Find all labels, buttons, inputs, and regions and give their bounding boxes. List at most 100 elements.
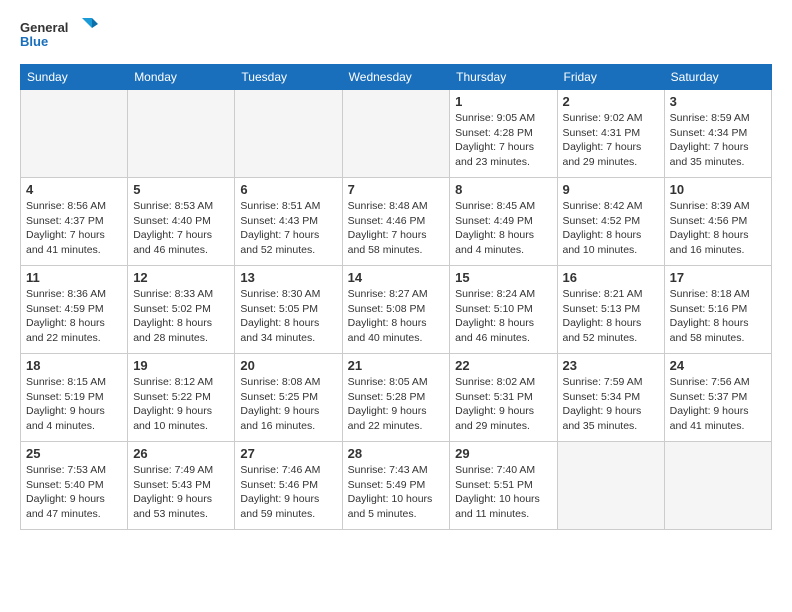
day-info: Sunrise: 8:33 AM Sunset: 5:02 PM Dayligh… [133,287,229,346]
calendar-cell: 28Sunrise: 7:43 AM Sunset: 5:49 PM Dayli… [342,442,450,530]
day-info: Sunrise: 8:51 AM Sunset: 4:43 PM Dayligh… [240,199,336,258]
calendar-cell: 22 Sunrise: 8:02 AM Sunset: 5:31 PM Dayli… [450,354,557,442]
calendar-cell: 24 Sunrise: 7:56 AM Sunset: 5:37 PM Dayli… [664,354,771,442]
day-number: 4 [26,182,122,197]
day-info: Sunrise: 8:30 AM Sunset: 5:05 PM Dayligh… [240,287,336,346]
calendar-cell: 13 Sunrise: 8:30 AM Sunset: 5:05 PM Dayli… [235,266,342,354]
svg-text:General: General [20,20,68,35]
day-number: 23 [563,358,659,373]
day-info: Sunrise: 7:53 AM Sunset: 5:40 PM Dayligh… [26,463,122,522]
day-info: Sunrise: 8:15 AM Sunset: 5:19 PM Dayligh… [26,375,122,434]
day-number: 13 [240,270,336,285]
calendar-cell [557,442,664,530]
day-number: 10 [670,182,766,197]
calendar-cell: 7 Sunrise: 8:48 AM Sunset: 4:46 PM Daylig… [342,178,450,266]
day-number: 27 [240,446,336,461]
day-info: Sunrise: 8:36 AM Sunset: 4:59 PM Dayligh… [26,287,122,346]
day-number: 22 [455,358,551,373]
calendar-cell: 8 Sunrise: 8:45 AM Sunset: 4:49 PM Daylig… [450,178,557,266]
calendar-cell [128,90,235,178]
calendar-cell: 19 Sunrise: 8:12 AM Sunset: 5:22 PM Dayli… [128,354,235,442]
calendar-cell: 3 Sunrise: 8:59 AM Sunset: 4:34 PM Daylig… [664,90,771,178]
day-number: 12 [133,270,229,285]
day-info: Sunrise: 7:49 AM Sunset: 5:43 PM Dayligh… [133,463,229,522]
day-info: Sunrise: 9:02 AM Sunset: 4:31 PM Dayligh… [563,111,659,170]
day-info: Sunrise: 8:05 AM Sunset: 5:28 PM Dayligh… [348,375,445,434]
day-info: Sunrise: 8:08 AM Sunset: 5:25 PM Dayligh… [240,375,336,434]
svg-text:Blue: Blue [20,34,48,49]
day-info: Sunrise: 8:59 AM Sunset: 4:34 PM Dayligh… [670,111,766,170]
calendar-cell: 26 Sunrise: 7:49 AM Sunset: 5:43 PM Dayli… [128,442,235,530]
day-info: Sunrise: 8:42 AM Sunset: 4:52 PM Dayligh… [563,199,659,258]
calendar-cell: 14 Sunrise: 8:27 AM Sunset: 5:08 PM Dayli… [342,266,450,354]
logo-graphic: General Blue [20,16,100,56]
day-number: 9 [563,182,659,197]
day-header-saturday: Saturday [664,65,771,90]
day-header-thursday: Thursday [450,65,557,90]
day-number: 14 [348,270,445,285]
calendar-cell [342,90,450,178]
day-number: 18 [26,358,122,373]
day-info: Sunrise: 8:53 AM Sunset: 4:40 PM Dayligh… [133,199,229,258]
day-number: 8 [455,182,551,197]
calendar-cell [235,90,342,178]
day-number: 2 [563,94,659,109]
day-info: Sunrise: 7:43 AM Sunset: 5:49 PM Dayligh… [348,463,445,522]
day-number: 17 [670,270,766,285]
day-number: 11 [26,270,122,285]
day-info: Sunrise: 8:02 AM Sunset: 5:31 PM Dayligh… [455,375,551,434]
calendar-table: SundayMondayTuesdayWednesdayThursdayFrid… [20,64,772,530]
calendar-cell: 10 Sunrise: 8:39 AM Sunset: 4:56 PM Dayli… [664,178,771,266]
calendar-cell: 4 Sunrise: 8:56 AM Sunset: 4:37 PM Daylig… [21,178,128,266]
day-info: Sunrise: 9:05 AM Sunset: 4:28 PM Dayligh… [455,111,551,170]
day-header-wednesday: Wednesday [342,65,450,90]
page-header: General Blue [20,16,772,56]
calendar-cell: 1 Sunrise: 9:05 AM Sunset: 4:28 PM Daylig… [450,90,557,178]
calendar-cell: 2 Sunrise: 9:02 AM Sunset: 4:31 PM Daylig… [557,90,664,178]
day-number: 7 [348,182,445,197]
day-number: 19 [133,358,229,373]
day-info: Sunrise: 8:12 AM Sunset: 5:22 PM Dayligh… [133,375,229,434]
day-number: 5 [133,182,229,197]
day-info: Sunrise: 8:24 AM Sunset: 5:10 PM Dayligh… [455,287,551,346]
day-info: Sunrise: 8:56 AM Sunset: 4:37 PM Dayligh… [26,199,122,258]
day-header-friday: Friday [557,65,664,90]
logo: General Blue [20,16,100,56]
day-info: Sunrise: 8:18 AM Sunset: 5:16 PM Dayligh… [670,287,766,346]
day-info: Sunrise: 8:48 AM Sunset: 4:46 PM Dayligh… [348,199,445,258]
calendar-cell: 29Sunrise: 7:40 AM Sunset: 5:51 PM Dayli… [450,442,557,530]
day-info: Sunrise: 8:39 AM Sunset: 4:56 PM Dayligh… [670,199,766,258]
day-number: 6 [240,182,336,197]
calendar-cell: 21Sunrise: 8:05 AM Sunset: 5:28 PM Dayli… [342,354,450,442]
calendar-cell: 6 Sunrise: 8:51 AM Sunset: 4:43 PM Daylig… [235,178,342,266]
calendar-cell: 23 Sunrise: 7:59 AM Sunset: 5:34 PM Dayli… [557,354,664,442]
day-number: 16 [563,270,659,285]
calendar-cell: 9 Sunrise: 8:42 AM Sunset: 4:52 PM Daylig… [557,178,664,266]
day-header-sunday: Sunday [21,65,128,90]
day-number: 26 [133,446,229,461]
calendar-cell: 17 Sunrise: 8:18 AM Sunset: 5:16 PM Dayli… [664,266,771,354]
day-info: Sunrise: 8:21 AM Sunset: 5:13 PM Dayligh… [563,287,659,346]
day-number: 29 [455,446,551,461]
day-number: 1 [455,94,551,109]
day-header-monday: Monday [128,65,235,90]
calendar-cell: 25 Sunrise: 7:53 AM Sunset: 5:40 PM Dayli… [21,442,128,530]
calendar-cell [21,90,128,178]
day-number: 15 [455,270,551,285]
calendar-cell: 5 Sunrise: 8:53 AM Sunset: 4:40 PM Daylig… [128,178,235,266]
day-info: Sunrise: 8:45 AM Sunset: 4:49 PM Dayligh… [455,199,551,258]
day-number: 3 [670,94,766,109]
day-info: Sunrise: 8:27 AM Sunset: 5:08 PM Dayligh… [348,287,445,346]
day-info: Sunrise: 7:46 AM Sunset: 5:46 PM Dayligh… [240,463,336,522]
day-number: 24 [670,358,766,373]
calendar-cell: 11 Sunrise: 8:36 AM Sunset: 4:59 PM Dayli… [21,266,128,354]
calendar-cell: 12 Sunrise: 8:33 AM Sunset: 5:02 PM Dayli… [128,266,235,354]
calendar-cell: 18 Sunrise: 8:15 AM Sunset: 5:19 PM Dayli… [21,354,128,442]
day-info: Sunrise: 7:59 AM Sunset: 5:34 PM Dayligh… [563,375,659,434]
calendar-cell: 20Sunrise: 8:08 AM Sunset: 5:25 PM Dayli… [235,354,342,442]
calendar-cell: 15 Sunrise: 8:24 AM Sunset: 5:10 PM Dayli… [450,266,557,354]
calendar-cell [664,442,771,530]
day-number: 25 [26,446,122,461]
day-info: Sunrise: 7:56 AM Sunset: 5:37 PM Dayligh… [670,375,766,434]
calendar-cell: 16 Sunrise: 8:21 AM Sunset: 5:13 PM Dayli… [557,266,664,354]
